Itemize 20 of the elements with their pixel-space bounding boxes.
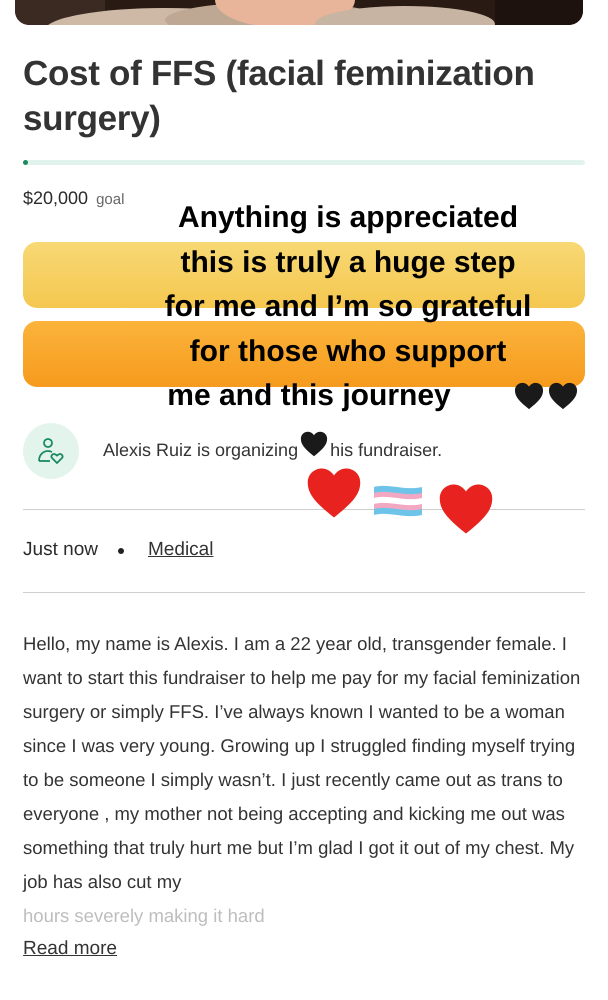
caption-text: Anything is appreciated bbox=[178, 200, 518, 236]
caption-text: me and this journey bbox=[167, 378, 451, 414]
read-more-link[interactable]: Read more bbox=[23, 934, 117, 964]
caption-text: for those who support bbox=[190, 334, 506, 370]
faded-story-text: hours severely making it hard bbox=[23, 904, 266, 928]
caption-text: this is truly a huge step bbox=[180, 244, 516, 280]
heart-icon bbox=[514, 381, 544, 412]
category-link[interactable]: Medical bbox=[148, 536, 214, 565]
heart-icon bbox=[300, 430, 328, 458]
goal-amount: $20,000 bbox=[23, 186, 88, 210]
heart-icon bbox=[548, 381, 578, 412]
organizer-text: his fundraiser. bbox=[330, 439, 442, 462]
separator-dot bbox=[118, 548, 124, 554]
campaign-title: Cost of FFS (facial feminization surgery) bbox=[23, 53, 536, 140]
organizer-text: Alexis Ruiz is organizing bbox=[103, 439, 298, 462]
flag-icon bbox=[372, 483, 424, 519]
story-text: Hello, my name is Alexis. I am a 22 year old, transgender female. I want to start this fundraiser to help me pay for my facial feminization surgery or simply FFS. I’ve always known I wanted to be a woman since I was very young. Growing up I struggled finding myself trying to be someone I simply wasn’t. I just recently came out as trans to everyone , my mother not being accepting and kicking me out was something that truly hurt me but I’m glad I got it out of my chest. My job has also cut my bbox=[23, 632, 582, 894]
created-time: Just now bbox=[23, 538, 98, 562]
goal-label: goal bbox=[96, 190, 124, 210]
person-heart-icon bbox=[36, 436, 66, 466]
